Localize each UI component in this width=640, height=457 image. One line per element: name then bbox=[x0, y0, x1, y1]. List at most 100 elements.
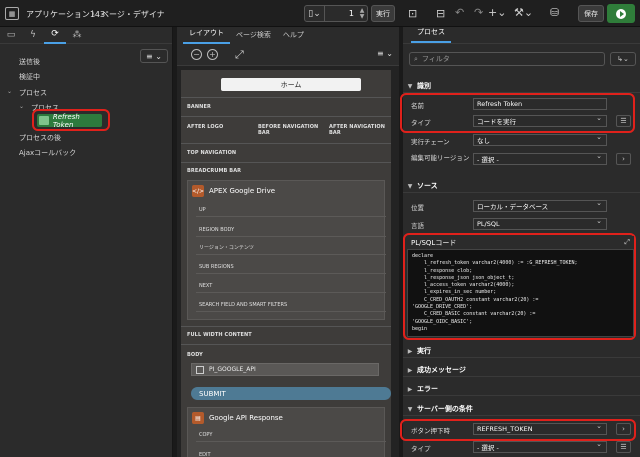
name-input[interactable]: Refresh Token bbox=[473, 98, 607, 110]
section-banner[interactable]: BANNER bbox=[187, 104, 211, 110]
section-body[interactable]: BODY bbox=[187, 352, 203, 358]
group-title: 識別 bbox=[417, 82, 431, 90]
page-number-input[interactable]: 1 bbox=[325, 9, 357, 18]
slot-sub-regions[interactable]: SUB REGIONS bbox=[196, 260, 386, 274]
layout-menu-icon[interactable]: ≡ ⌄ bbox=[377, 49, 393, 58]
save-and-run-button[interactable] bbox=[607, 4, 635, 23]
code-line: declare bbox=[412, 253, 434, 259]
filter-input[interactable]: ⌕ フィルタ bbox=[409, 52, 605, 66]
expand-icon[interactable]: ⤢ bbox=[235, 48, 244, 62]
plsql-code-header: PL/SQLコード ⤢ bbox=[407, 236, 634, 249]
code-line: l_expires_in_sec number; bbox=[412, 289, 497, 296]
section-before-navigation-bar[interactable]: BEFORE NAVIGATION BAR bbox=[258, 124, 320, 136]
editable-region-select[interactable]: - 選択 - bbox=[473, 152, 607, 165]
tree-menu-button[interactable]: ≡ ⌄ bbox=[140, 49, 168, 63]
execution-chain-select[interactable]: なし bbox=[473, 133, 607, 146]
group-title: 実行 bbox=[417, 347, 431, 355]
slot-up[interactable]: UP bbox=[196, 203, 386, 217]
tree-item-validating[interactable]: 検証中 bbox=[19, 72, 40, 82]
tree-item-refresh-token[interactable]: Refresh Token bbox=[37, 113, 102, 129]
rendering-tab-icon[interactable]: ▭ bbox=[0, 27, 22, 44]
chevron-right-icon: ▶ bbox=[407, 366, 413, 374]
tab-page-search[interactable]: ページ検索 bbox=[230, 30, 277, 44]
processing-tab-icon[interactable]: ⟳ bbox=[44, 27, 66, 44]
slot-next[interactable]: NEXT bbox=[196, 279, 386, 293]
tree-item-after-submit[interactable]: 送信後 bbox=[19, 57, 40, 67]
type-select[interactable]: コードを実行 bbox=[473, 114, 607, 127]
layout-pane: レイアウト ページ検索 ヘルプ − + ⤢ ≡ ⌄ ホーム BANNER AFT… bbox=[177, 27, 399, 457]
page-item-pi-google-api[interactable]: PI_GOOGLE_API bbox=[191, 363, 379, 376]
tree-item-ajax-callback[interactable]: Ajaxコールバック bbox=[19, 148, 76, 158]
language-select[interactable]: PL/SQL bbox=[473, 217, 607, 230]
undo-icon[interactable]: ↶ bbox=[455, 6, 464, 19]
divider bbox=[181, 326, 391, 327]
shared-components-tab-icon[interactable]: ⁂ bbox=[66, 27, 88, 44]
tree-item-processes[interactable]: プロセス bbox=[31, 103, 59, 113]
submit-button[interactable]: SUBMIT bbox=[191, 387, 391, 400]
shared-components-icon[interactable]: ⛁ bbox=[550, 6, 559, 19]
page-spinner-icon[interactable]: ▲ ▼ bbox=[357, 7, 367, 20]
section-top-navigation[interactable]: TOP NAVIGATION bbox=[187, 150, 236, 156]
button-pressed-select[interactable]: REFRESH_TOKEN bbox=[473, 422, 607, 435]
run-button[interactable]: 実行 bbox=[371, 5, 395, 22]
region-google-api-response[interactable]: ▤ Google API Response COPY EDIT bbox=[187, 407, 386, 457]
section-breadcrumb-bar[interactable]: BREADCRUMB BAR bbox=[187, 168, 241, 174]
group-execute[interactable]: ▶ 実行 bbox=[403, 345, 640, 358]
tree-item-after-processing[interactable]: プロセスの後 bbox=[19, 133, 61, 143]
chevron-right-icon[interactable]: › bbox=[616, 153, 631, 165]
list-icon[interactable]: ☰ bbox=[616, 441, 631, 453]
region-apex-google-drive[interactable]: </> APEX Google Drive UP REGION BODY リージ… bbox=[187, 180, 386, 320]
list-icon[interactable]: ☰ bbox=[616, 115, 631, 127]
section-full-width-content[interactable]: FULL WIDTH CONTENT bbox=[187, 332, 252, 338]
prop-editable-region: 編集可能リージョン - 選択 - › bbox=[403, 152, 640, 167]
utilities-icon[interactable]: ⚒⌄ bbox=[514, 6, 533, 19]
page-icon: ▯⌄ bbox=[305, 6, 325, 21]
zoom-in-icon[interactable]: + bbox=[207, 49, 218, 60]
slot-region-content[interactable]: リージョン・コンテンツ bbox=[196, 241, 386, 255]
prop-label: ボタン押下時 bbox=[411, 427, 450, 435]
property-options-button[interactable]: ↳⌄ bbox=[610, 52, 636, 66]
code-region-icon: </> bbox=[192, 185, 204, 197]
slot-search-field[interactable]: SEARCH FIELD AND SMART FILTERS bbox=[196, 298, 386, 312]
redo-icon[interactable]: ↷ bbox=[474, 6, 483, 19]
group-identification[interactable]: ▼ 識別 bbox=[403, 80, 640, 93]
region-title: </> APEX Google Drive bbox=[192, 185, 275, 197]
plsql-code-editor[interactable]: declare l_refresh_token varchar2(4000) :… bbox=[407, 249, 634, 337]
slot-region-body[interactable]: REGION BODY bbox=[196, 223, 386, 237]
group-source[interactable]: ▼ ソース bbox=[403, 180, 640, 193]
dynamic-actions-tab-icon[interactable]: ϟ bbox=[22, 27, 44, 44]
prop-label: 名前 bbox=[411, 102, 424, 110]
section-after-logo[interactable]: AFTER LOGO bbox=[187, 124, 223, 130]
page-title: ページ・デザイナ bbox=[101, 10, 165, 19]
tree-caret-icon[interactable]: ⌄ bbox=[7, 88, 12, 95]
slot-copy[interactable]: COPY bbox=[196, 428, 386, 442]
group-server-side-condition[interactable]: ▼ サーバー側の条件 bbox=[403, 403, 640, 416]
zoom-out-icon[interactable]: − bbox=[191, 49, 202, 60]
tree-item-processing[interactable]: プロセス bbox=[19, 88, 47, 98]
tab-help[interactable]: ヘルプ bbox=[277, 30, 310, 44]
code-line: begin bbox=[412, 325, 428, 332]
expand-editor-icon[interactable]: ⤢ bbox=[624, 238, 630, 247]
left-pane: ▭ ϟ ⟳ ⁂ ≡ ⌄ 送信後 検証中 ⌄ プロセス ⌄ プロセス Refres… bbox=[0, 27, 173, 457]
section-after-navigation-bar[interactable]: AFTER NAVIGATION BAR bbox=[329, 124, 387, 136]
lock-icon[interactable]: ⊡ bbox=[408, 7, 417, 20]
tab-layout[interactable]: レイアウト bbox=[183, 28, 230, 44]
tab-process[interactable]: プロセス bbox=[411, 27, 451, 43]
save-button[interactable]: 保存 bbox=[578, 5, 604, 22]
chevron-right-icon[interactable]: › bbox=[616, 423, 631, 435]
group-error[interactable]: ▶ エラー bbox=[403, 383, 640, 396]
group-title: エラー bbox=[417, 385, 438, 393]
prop-label: 編集可能リージョン bbox=[411, 154, 470, 162]
unlock-icon[interactable]: ⊟ bbox=[436, 7, 445, 20]
page-selector[interactable]: ▯⌄ 1 ▲ ▼ bbox=[304, 5, 368, 22]
breadcrumb-home[interactable]: ホーム bbox=[221, 78, 361, 91]
group-success-message[interactable]: ▶ 成功メッセージ bbox=[403, 364, 640, 377]
location-select[interactable]: ローカル・データベース bbox=[473, 199, 607, 212]
property-editor: プロセス ⌕ フィルタ ↳⌄ ▼ 識別 名前 Refresh Token タイプ… bbox=[400, 27, 640, 457]
tree-caret-icon[interactable]: ⌄ bbox=[19, 103, 24, 110]
app-grid-icon[interactable]: ▦ bbox=[5, 7, 19, 20]
add-icon[interactable]: +⌄ bbox=[488, 6, 506, 19]
filter-placeholder: フィルタ bbox=[421, 55, 450, 63]
condition-type-select[interactable]: - 選択 - bbox=[473, 440, 607, 453]
slot-edit[interactable]: EDIT bbox=[196, 448, 386, 457]
